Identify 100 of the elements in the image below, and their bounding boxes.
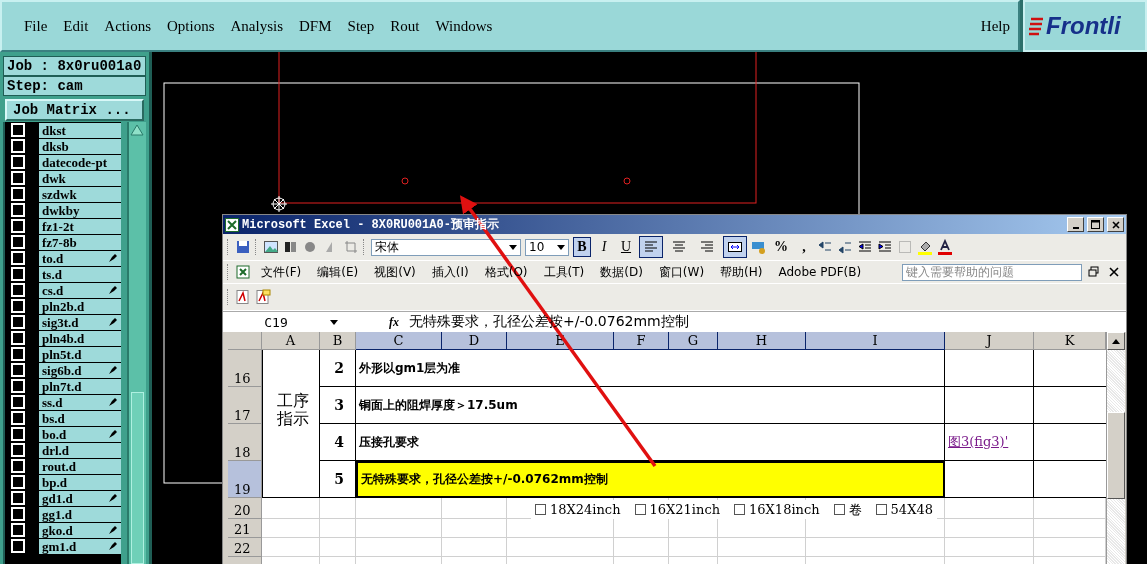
menu-item[interactable]: DFM [291, 17, 340, 35]
close-button[interactable] [1107, 217, 1124, 232]
restore-icon[interactable] [1086, 264, 1102, 280]
layer-item[interactable]: pln2b.d [39, 298, 122, 314]
menu-item[interactable]: 视图(V) [368, 263, 422, 281]
job-matrix-button[interactable]: Job Matrix ... [5, 99, 144, 121]
number-format-button[interactable]: , [795, 237, 813, 257]
layer-item[interactable]: gko.d [39, 522, 122, 538]
layer-checkbox[interactable] [11, 219, 25, 233]
column-header[interactable]: I [806, 332, 945, 350]
layer-checkbox[interactable] [11, 203, 25, 217]
dropdown-icon[interactable] [329, 318, 339, 326]
layer-checkbox[interactable] [11, 187, 25, 201]
layer-item[interactable]: ss.d [39, 394, 122, 410]
row-header[interactable]: 16 [228, 350, 262, 387]
menu-item[interactable]: Analysis [222, 17, 292, 35]
dropdown-icon[interactable] [557, 244, 565, 250]
column-header[interactable]: C [356, 332, 442, 350]
align-button[interactable] [723, 236, 747, 258]
menu-item[interactable]: 窗口(W) [652, 263, 711, 281]
checkbox[interactable] [734, 504, 746, 515]
column-header[interactable]: F [614, 332, 669, 350]
column-header[interactable]: A [262, 332, 320, 350]
scroll-up-button[interactable] [1107, 332, 1125, 350]
column-header[interactable]: B [320, 332, 356, 350]
font-size-field[interactable]: 10 [525, 238, 569, 256]
checkbox[interactable] [634, 504, 646, 515]
row-header[interactable]: 22 [228, 538, 262, 557]
layer-checkbox[interactable] [11, 315, 25, 329]
layer-item[interactable]: dksb [39, 138, 122, 154]
checkbox[interactable] [535, 504, 546, 515]
menu-item[interactable]: Windows [427, 17, 501, 35]
layer-item[interactable]: ts.d [39, 266, 122, 282]
layer-item[interactable]: bp.d [39, 474, 122, 490]
layer-item[interactable]: sig3t.d [39, 314, 122, 330]
layer-item[interactable]: pln7t.d [39, 378, 122, 394]
scrollbar[interactable] [1106, 332, 1125, 564]
menu-item[interactable]: Adobe PDF(B) [772, 265, 868, 279]
layer-checkbox[interactable] [11, 491, 25, 505]
minimize-button[interactable] [1067, 217, 1084, 232]
menu-item[interactable]: 编辑(E) [311, 263, 365, 281]
layer-item[interactable]: fz7-8b [39, 234, 122, 250]
layer-item[interactable]: dwk [39, 170, 122, 186]
format-button[interactable]: U [617, 237, 635, 257]
row-header[interactable]: 21 [228, 519, 262, 538]
layer-item[interactable]: gg1.d [39, 506, 122, 522]
layer-checkbox[interactable] [11, 395, 25, 409]
layer-checkbox[interactable] [11, 331, 25, 345]
decrease-decimal-icon[interactable] [837, 239, 853, 255]
row-header[interactable]: 19 [228, 461, 262, 498]
column-header[interactable]: H [718, 332, 806, 350]
layer-checkbox[interactable] [11, 347, 25, 361]
menu-item[interactable]: Help [972, 17, 1018, 35]
link[interactable]: 图3(fig3)' [948, 433, 1009, 451]
layer-checkbox[interactable] [11, 171, 25, 185]
layer-checkbox[interactable] [11, 267, 25, 281]
menu-item[interactable]: 插入(I) [425, 263, 475, 281]
layer-checkbox[interactable] [11, 539, 25, 553]
menu-item[interactable]: Step [339, 17, 383, 35]
column-header[interactable]: K [1034, 332, 1106, 350]
layer-item[interactable]: datecode-pt [39, 154, 122, 170]
picture-icon[interactable] [263, 239, 279, 255]
spreadsheet-icon[interactable] [235, 264, 251, 280]
layer-item[interactable]: pln4b.d [39, 330, 122, 346]
layer-item[interactable]: to.d [39, 250, 122, 266]
currency-icon[interactable] [751, 239, 767, 255]
row-header[interactable]: 18 [228, 424, 262, 461]
checkbox[interactable] [875, 504, 887, 515]
menu-item[interactable]: 文件(F) [255, 263, 308, 281]
checkbox[interactable] [833, 504, 845, 515]
menu-item[interactable]: 工具(T) [537, 263, 591, 281]
layer-checkbox[interactable] [11, 363, 25, 377]
layer-item[interactable]: rout.d [39, 458, 122, 474]
menu-item[interactable]: Edit [55, 17, 97, 35]
pdf-icon[interactable] [235, 289, 251, 305]
help-search-field[interactable]: 键入需要帮助的问题 [902, 263, 1082, 281]
indent-icon[interactable] [877, 239, 893, 255]
layer-item[interactable]: fz1-2t [39, 218, 122, 234]
column-header[interactable]: D [442, 332, 507, 350]
layer-item[interactable]: drl.d [39, 442, 122, 458]
layer-checkbox[interactable] [11, 523, 25, 537]
format-button[interactable]: I [595, 237, 613, 257]
scrollbar-thumb[interactable] [131, 392, 144, 564]
dropdown-icon[interactable] [509, 244, 517, 250]
layer-item[interactable]: pln5t.d [39, 346, 122, 362]
layer-item[interactable]: cs.d [39, 282, 122, 298]
layer-item[interactable]: gd1.d [39, 490, 122, 506]
layer-item[interactable]: dwkby [39, 202, 122, 218]
menu-item[interactable]: Options [159, 17, 223, 35]
layer-checkbox[interactable] [11, 283, 25, 297]
layer-checkbox[interactable] [11, 475, 25, 489]
layer-item[interactable]: bo.d [39, 426, 122, 442]
align-button[interactable] [639, 236, 663, 258]
layer-item[interactable]: szdwk [39, 186, 122, 202]
layer-checkbox[interactable] [11, 155, 25, 169]
font-color-icon[interactable] [937, 239, 953, 255]
layer-item[interactable]: gm1.d [39, 538, 122, 554]
pdf-comment-icon[interactable] [255, 289, 271, 305]
contrast-icon[interactable] [283, 239, 299, 255]
layer-item[interactable]: bs.d [39, 410, 122, 426]
